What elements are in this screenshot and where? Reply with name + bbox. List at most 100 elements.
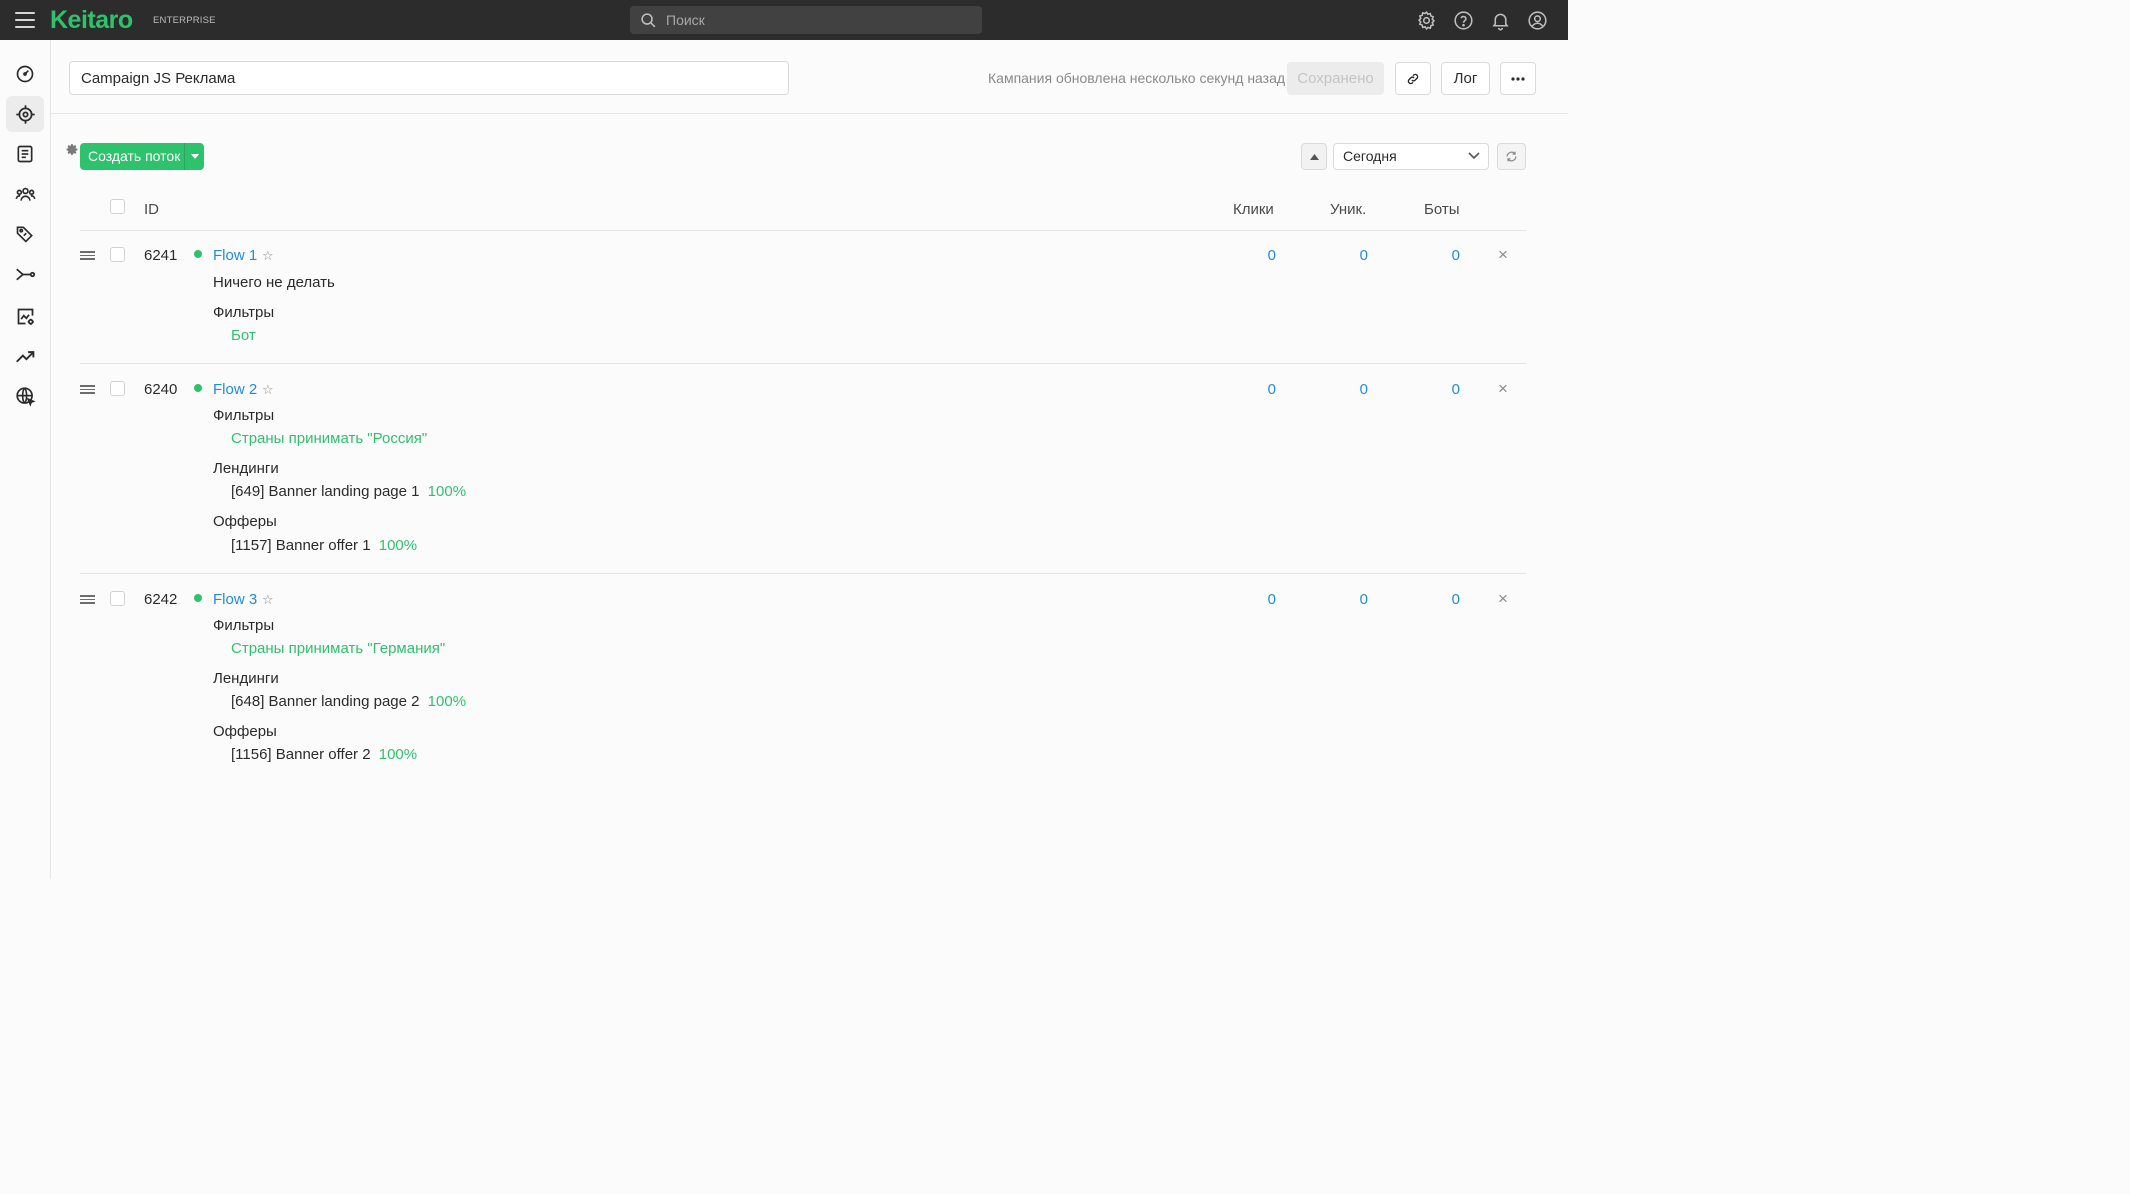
create-flow-label[interactable]: Создать поток: [80, 143, 184, 170]
bell-icon[interactable]: [1490, 10, 1511, 31]
drag-handle-icon[interactable]: [80, 385, 95, 394]
row-checkbox[interactable]: [110, 247, 125, 262]
campaigns-target-icon: [15, 104, 35, 124]
select-all-checkbox[interactable]: [110, 199, 125, 214]
streams-route-icon: [15, 268, 35, 280]
filters-title: Фильтры: [213, 407, 275, 424]
filter-value[interactable]: Бот: [231, 327, 256, 344]
sidebar-item-users[interactable]: [6, 176, 44, 212]
clicks-value[interactable]: 0: [1236, 381, 1276, 398]
column-header-unique[interactable]: Уник.: [1330, 201, 1366, 218]
sidebar-item-domains[interactable]: [6, 378, 44, 414]
sidebar-item-campaigns[interactable]: [6, 96, 44, 132]
landing-item: [649] Banner landing page 1 100%: [231, 483, 466, 500]
gear-icon[interactable]: [1416, 10, 1437, 31]
bots-value[interactable]: 0: [1420, 247, 1460, 264]
drag-handle-icon[interactable]: [80, 595, 95, 604]
clicks-value[interactable]: 0: [1236, 247, 1276, 264]
drag-handle-icon[interactable]: [80, 251, 95, 260]
offers-title: Офферы: [213, 723, 277, 740]
sidebar-item-trends[interactable]: [6, 338, 44, 374]
flow-name-link[interactable]: Flow 3: [213, 591, 257, 608]
star-icon[interactable]: ☆: [262, 382, 274, 398]
offer-share: 100%: [378, 746, 418, 763]
flow-name-link[interactable]: Flow 1: [213, 247, 257, 264]
user-icon[interactable]: [1527, 10, 1548, 31]
status-dot: [194, 594, 202, 602]
sidebar-item-dashboard[interactable]: [6, 56, 44, 92]
unique-value[interactable]: 0: [1328, 591, 1368, 608]
landing-item: [648] Banner landing page 2 100%: [231, 693, 466, 710]
row-divider: [80, 363, 1526, 364]
caret-down-icon: [190, 154, 199, 159]
offer-item: [1156] Banner offer 2 100%: [231, 746, 417, 763]
flow-id: 6242: [144, 591, 178, 608]
column-header-bots[interactable]: Боты: [1424, 201, 1460, 218]
save-button[interactable]: Сохранено: [1287, 62, 1384, 95]
offers-tag-icon: [16, 226, 33, 243]
filter-value[interactable]: Страны принимать "Германия": [231, 640, 445, 657]
landing-name: [648] Banner landing page 2: [231, 693, 420, 710]
reports-chart-icon: [17, 308, 34, 325]
sidebar-item-reports[interactable]: [6, 298, 44, 334]
landings-title: Лендинги: [213, 670, 279, 687]
link-button[interactable]: [1395, 62, 1431, 95]
help-icon[interactable]: [1453, 10, 1474, 31]
landing-name: [649] Banner landing page 1: [231, 483, 420, 500]
search-icon: [641, 13, 656, 28]
date-range-select[interactable]: Сегодня: [1333, 143, 1489, 170]
trends-icon: [15, 350, 34, 362]
star-icon[interactable]: ☆: [262, 592, 274, 608]
unique-value[interactable]: 0: [1328, 247, 1368, 264]
delete-icon[interactable]: ×: [1498, 379, 1508, 399]
row-divider: [80, 230, 1526, 231]
landing-pages-icon: [17, 145, 33, 163]
offer-name: [1157] Banner offer 1: [231, 537, 371, 554]
refresh-button[interactable]: [1497, 143, 1526, 170]
refresh-icon: [1506, 151, 1517, 162]
caret-up-icon: [1309, 153, 1319, 160]
flow-id: 6240: [144, 381, 178, 398]
clicks-value[interactable]: 0: [1236, 591, 1276, 608]
create-flow-dropdown[interactable]: [184, 143, 204, 170]
flow-id: 6241: [144, 247, 178, 264]
users-icon: [14, 187, 36, 201]
more-button[interactable]: [1500, 62, 1536, 95]
filter-value[interactable]: Страны принимать "Россия": [231, 430, 427, 447]
sidebar-item-landings[interactable]: [6, 136, 44, 172]
unique-value[interactable]: 0: [1328, 381, 1368, 398]
delete-icon[interactable]: ×: [1498, 589, 1508, 609]
more-icon: [1511, 76, 1525, 81]
chevron-down-icon: [1468, 152, 1480, 160]
dashboard-icon: [16, 65, 34, 83]
create-flow-button[interactable]: Создать поток: [80, 143, 204, 170]
row-checkbox[interactable]: [110, 591, 125, 606]
sidebar-item-streams[interactable]: [6, 256, 44, 292]
sidebar: [0, 40, 51, 879]
bots-value[interactable]: 0: [1420, 591, 1460, 608]
filters-title: Фильтры: [213, 617, 275, 634]
search-input[interactable]: [666, 6, 966, 34]
row-checkbox[interactable]: [110, 381, 125, 396]
column-header-id[interactable]: ID: [144, 201, 159, 218]
bots-value[interactable]: 0: [1420, 381, 1460, 398]
status-dot: [194, 384, 202, 392]
brand-logo[interactable]: Keitaro: [50, 6, 133, 35]
landing-share: 100%: [427, 693, 467, 710]
log-button[interactable]: Лог: [1441, 62, 1490, 95]
star-icon[interactable]: ☆: [262, 248, 274, 264]
search-box[interactable]: [630, 6, 982, 34]
menu-icon[interactable]: [15, 12, 35, 28]
campaign-name-input[interactable]: [69, 61, 789, 95]
edition-label: ENTERPRISE: [153, 15, 216, 26]
date-range-value: Сегодня: [1343, 148, 1397, 164]
column-header-clicks[interactable]: Клики: [1233, 201, 1274, 218]
offers-title: Офферы: [213, 513, 277, 530]
filters-title: Фильтры: [213, 304, 275, 321]
sidebar-item-offers[interactable]: [6, 216, 44, 252]
update-status: Кампания обновлена несколько секунд наза…: [988, 70, 1286, 86]
flow-name-link[interactable]: Flow 2: [213, 381, 257, 398]
collapse-button[interactable]: [1301, 143, 1327, 170]
delete-icon[interactable]: ×: [1498, 245, 1508, 265]
column-settings-gear-icon[interactable]: [66, 143, 79, 156]
